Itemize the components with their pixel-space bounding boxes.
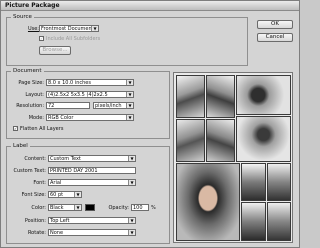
- position-select[interactable]: Top Left ▼: [48, 217, 136, 224]
- layout-label: Layout:: [25, 92, 44, 98]
- font-label: Font:: [33, 180, 46, 186]
- page-size-label: Page Size:: [18, 80, 44, 86]
- source-legend: Source: [13, 14, 32, 20]
- chevron-down-icon: ▼: [128, 156, 135, 161]
- preview-photo: [267, 202, 291, 241]
- content-label: Content:: [24, 156, 46, 162]
- flatten-label: Flatten All Layers: [20, 126, 64, 132]
- chevron-down-icon: ▼: [128, 230, 135, 235]
- page-size-value: 8.0 x 10.0 inches: [48, 80, 91, 86]
- preview-photo: [206, 75, 235, 118]
- preview-photo: [241, 163, 266, 201]
- color-label: Color:: [31, 205, 46, 211]
- mode-select[interactable]: RGB Color ▼: [46, 114, 134, 121]
- title-bar: Picture Package: [1, 1, 299, 11]
- rotate-value: None: [50, 230, 64, 236]
- layout-select[interactable]: (4)2.5x2 5x3.5 (4)2x2.5 ▼: [46, 91, 134, 98]
- font-size-value: 60 pt: [50, 192, 64, 198]
- resolution-input[interactable]: 72: [46, 102, 90, 109]
- document-legend: Document: [13, 68, 42, 74]
- layout-value: (4)2.5x2 5x3.5 (4)2x2.5: [48, 92, 108, 98]
- preview-photo: [176, 119, 205, 162]
- font-size-select[interactable]: 60 pt ▼: [48, 191, 82, 198]
- position-value: Top Left: [50, 218, 70, 224]
- color-value: Black: [50, 205, 64, 211]
- chevron-down-icon: ▼: [91, 26, 98, 31]
- page-size-select[interactable]: 8.0 x 10.0 inches ▼: [46, 79, 134, 86]
- content-value: Custom Text: [50, 156, 81, 162]
- preview-photo: [236, 116, 291, 162]
- browse-button[interactable]: Browse...: [39, 46, 71, 55]
- chevron-down-icon: ▼: [126, 92, 133, 97]
- resolution-unit-value: pixels/inch: [95, 103, 122, 109]
- chevron-down-icon: ▼: [126, 115, 133, 120]
- cancel-button[interactable]: Cancel: [257, 33, 293, 42]
- use-select[interactable]: Frontmost Document ▼: [39, 25, 99, 32]
- resolution-unit-select[interactable]: pixels/inch ▼: [93, 102, 134, 109]
- chevron-down-icon: ▼: [128, 180, 135, 185]
- chevron-down-icon: ▼: [74, 192, 81, 197]
- content-select[interactable]: Custom Text ▼: [48, 155, 136, 162]
- use-label: Use:: [27, 26, 39, 32]
- resolution-label: Resolution:: [16, 103, 44, 109]
- include-subfolders-checkbox[interactable]: ✓: [39, 36, 44, 41]
- preview-photo: [241, 202, 266, 241]
- preview-photo: [236, 75, 291, 115]
- rotate-select[interactable]: None ▼: [48, 229, 136, 236]
- opacity-label: Opacity:: [108, 205, 129, 211]
- ok-button[interactable]: OK: [257, 20, 293, 29]
- preview-photo: [206, 119, 235, 162]
- label-legend: Label: [13, 143, 28, 149]
- chevron-down-icon: ▼: [74, 205, 81, 210]
- window-title: Picture Package: [5, 2, 60, 9]
- color-swatch[interactable]: [85, 204, 95, 211]
- opacity-unit: %: [151, 205, 156, 211]
- preview-photo: [267, 163, 291, 201]
- chevron-down-icon: ▼: [126, 80, 133, 85]
- opacity-input[interactable]: 100: [131, 204, 149, 211]
- flatten-checkbox[interactable]: ✓: [13, 126, 18, 131]
- font-select[interactable]: Arial ▼: [48, 179, 136, 186]
- font-value: Arial: [50, 180, 62, 186]
- custom-text-input[interactable]: PRINTED DAY 2001: [48, 167, 136, 174]
- custom-text-label: Custom Text:: [13, 168, 46, 174]
- mode-value: RGB Color: [48, 115, 74, 121]
- mode-label: Mode:: [28, 115, 44, 121]
- chevron-down-icon: ▼: [126, 103, 133, 108]
- font-size-label: Font Size:: [21, 192, 46, 198]
- picture-package-dialog: Picture Package OK Cancel Source Use: Fr…: [0, 0, 300, 248]
- include-subfolders-label: Include All Subfolders: [46, 36, 101, 42]
- rotate-label: Rotate:: [27, 230, 46, 236]
- chevron-down-icon: ▼: [128, 218, 135, 223]
- position-label: Position:: [24, 218, 46, 224]
- layout-preview[interactable]: [173, 72, 293, 243]
- use-value: Frontmost Document: [41, 26, 94, 32]
- preview-photo: [176, 163, 240, 241]
- color-select[interactable]: Black ▼: [48, 204, 82, 211]
- preview-photo: [176, 75, 205, 118]
